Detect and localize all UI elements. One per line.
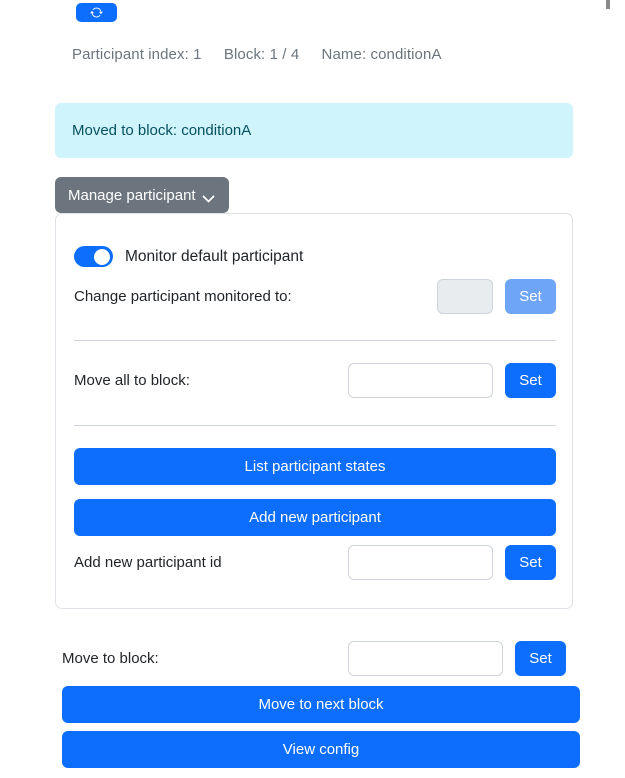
move-all-to-block-input[interactable]: [348, 363, 493, 398]
manage-participant-label: Manage participant: [68, 186, 196, 204]
block-name-text: Name: conditionA: [321, 46, 442, 63]
list-participant-states-button[interactable]: List participant states: [74, 448, 556, 485]
divider: [74, 340, 556, 341]
status-alert-message: Moved to block: conditionA: [72, 122, 252, 139]
add-new-participant-id-label: Add new participant id: [74, 554, 222, 571]
refresh-button[interactable]: [76, 3, 117, 22]
move-all-to-block-row: Move all to block: Set: [74, 363, 556, 398]
toolbar: [55, 0, 573, 28]
move-all-to-block-label: Move all to block:: [74, 372, 190, 389]
move-to-next-block-button[interactable]: Move to next block: [62, 686, 580, 723]
change-monitored-participant-row: Change participant monitored to: Set: [74, 279, 556, 314]
manage-participant-panel: Monitor default participant Change parti…: [55, 213, 573, 609]
move-to-block-label: Move to block:: [62, 650, 159, 667]
move-to-block-input[interactable]: [348, 641, 503, 676]
app-root: Participant index: 1 Block: 1 / 4 Name: …: [0, 0, 625, 778]
add-new-participant-id-input[interactable]: [348, 545, 493, 580]
move-to-block-set-button[interactable]: Set: [515, 641, 566, 676]
monitor-default-participant-label: Monitor default participant: [125, 247, 304, 265]
status-alert: Moved to block: conditionA: [55, 103, 573, 158]
add-new-participant-id-row: Add new participant id Set: [74, 545, 556, 580]
change-monitored-participant-input[interactable]: [437, 279, 493, 314]
move-to-block-row: Move to block: Set: [62, 641, 566, 676]
view-config-button[interactable]: View config: [62, 731, 580, 768]
chevron-down-icon: [204, 192, 215, 199]
divider: [74, 425, 556, 426]
add-new-participant-button[interactable]: Add new participant: [74, 499, 556, 536]
change-monitored-participant-label: Change participant monitored to:: [74, 288, 292, 305]
add-new-participant-id-set-button[interactable]: Set: [505, 545, 556, 580]
participant-index-text: Participant index: 1: [72, 46, 202, 63]
monitor-default-participant-row: Monitor default participant: [74, 246, 303, 267]
participant-status-line: Participant index: 1 Block: 1 / 4 Name: …: [72, 46, 442, 63]
change-monitored-participant-set-button[interactable]: Set: [505, 279, 556, 314]
block-text: Block: 1 / 4: [223, 46, 300, 63]
monitor-default-participant-toggle[interactable]: [74, 246, 113, 267]
move-all-to-block-set-button[interactable]: Set: [505, 363, 556, 398]
manage-participant-dropdown-toggle[interactable]: Manage participant: [55, 177, 229, 213]
scrollbar-artifact: [606, 0, 610, 9]
toggle-knob: [94, 248, 110, 265]
refresh-icon: [90, 6, 103, 19]
